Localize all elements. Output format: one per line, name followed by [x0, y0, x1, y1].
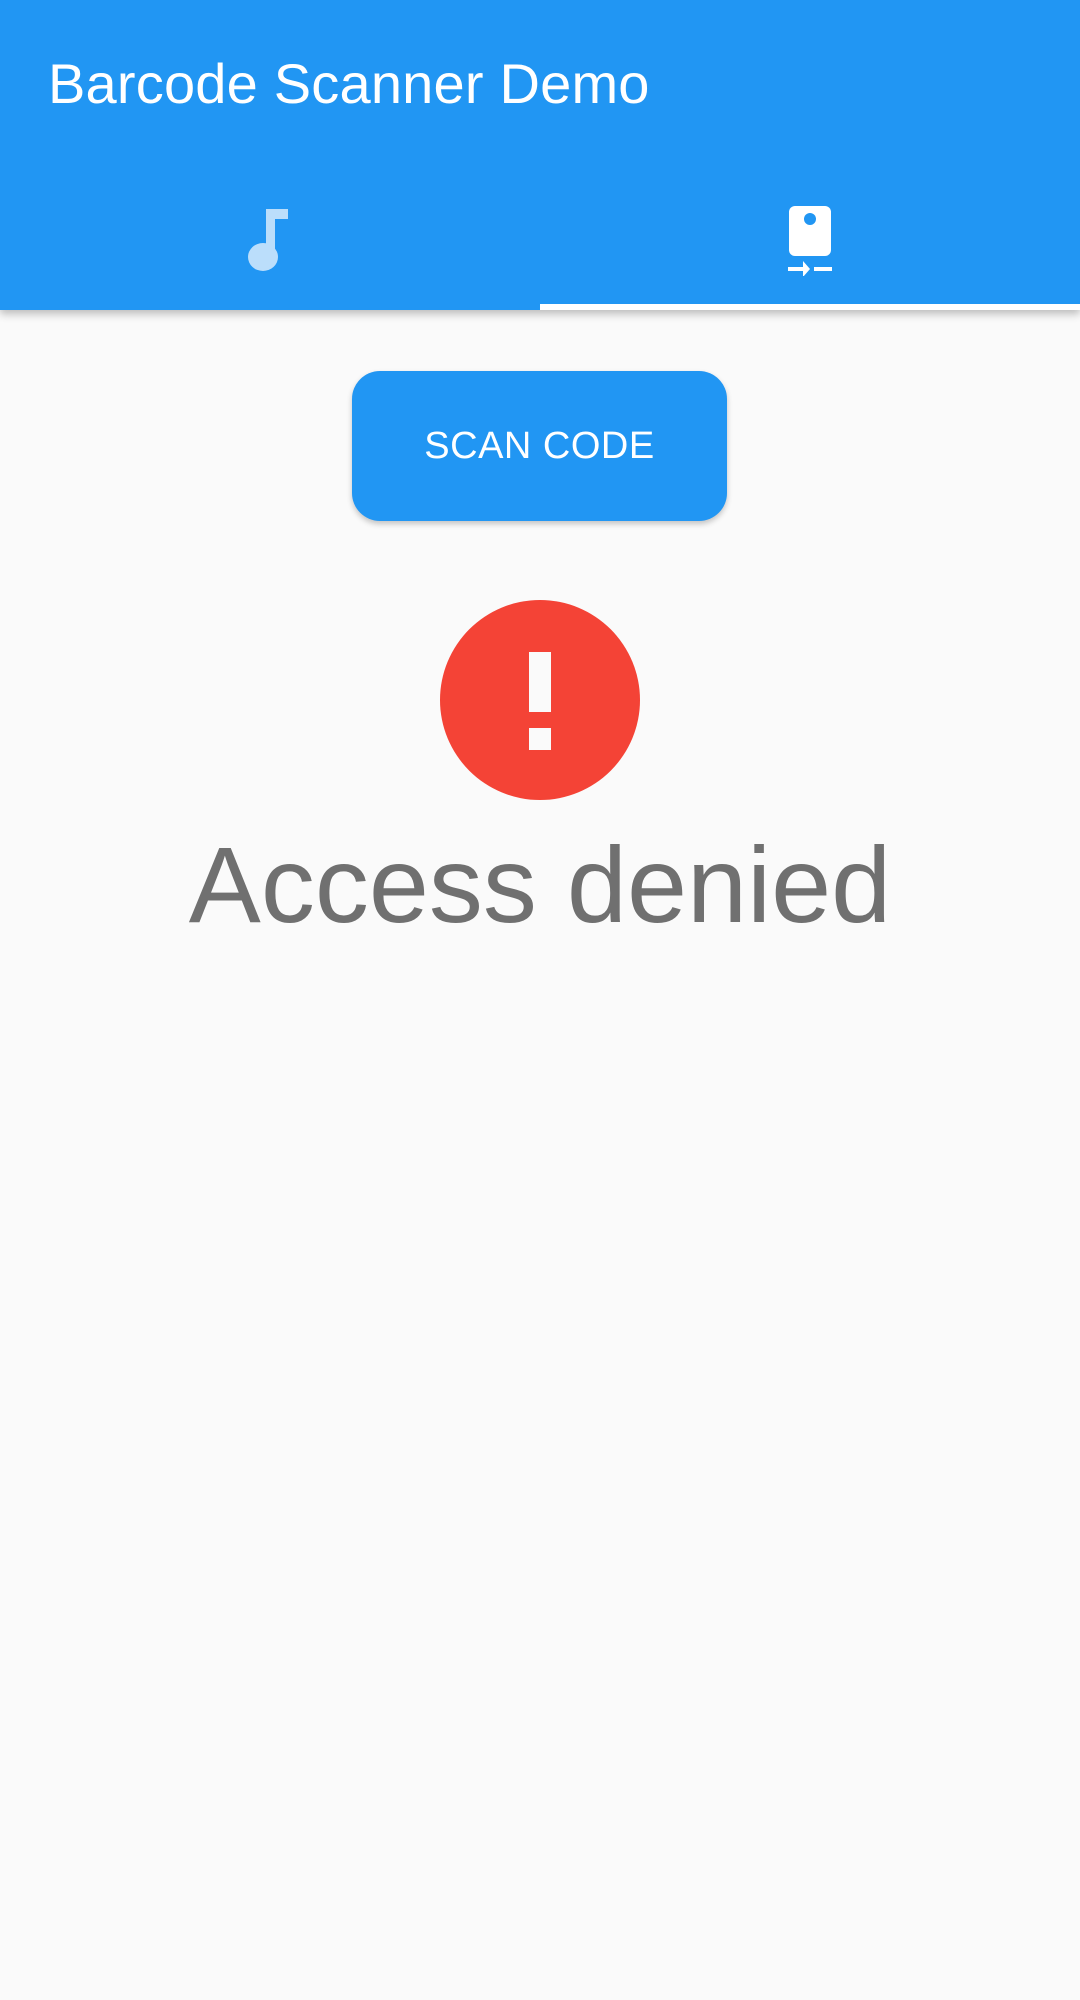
app-bar: Barcode Scanner Demo [0, 0, 1080, 310]
scan-code-button[interactable]: SCAN CODE [352, 371, 727, 521]
app-title: Barcode Scanner Demo [48, 52, 650, 115]
status-text: Access denied [188, 824, 892, 945]
phone-camera-rear-icon [785, 204, 835, 276]
tab-camera[interactable] [540, 170, 1080, 310]
tab-bar [0, 170, 1080, 310]
tab-music[interactable] [0, 170, 540, 310]
music-note-icon [242, 205, 298, 275]
error-icon [440, 600, 640, 800]
main-content: SCAN CODE Access denied [0, 310, 1080, 2000]
tab-indicator [540, 304, 1080, 310]
